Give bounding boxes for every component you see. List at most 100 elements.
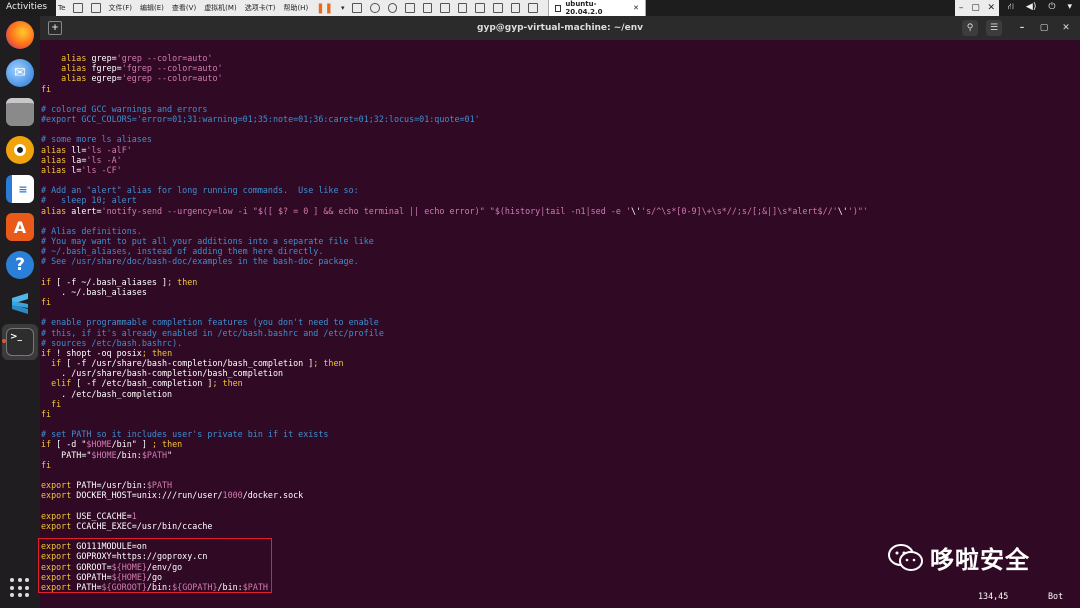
terminal-line: # sources /etc/bash.bashrc). (41, 338, 182, 348)
terminal-line: # this, if it's already enabled in /etc/… (41, 328, 384, 338)
terminal-token: alias (61, 63, 92, 74)
vm-toolbar: Te 文件(F) 编辑(E) 查看(V) 虚拟机(M) 选项卡(T) 帮助(H)… (54, 0, 647, 18)
terminal-token: ; then (313, 358, 344, 369)
software-icon[interactable]: A (6, 213, 34, 241)
search-icon[interactable]: ⚲ (962, 20, 978, 36)
title-bar[interactable]: + gyp@gyp-virtual-machine: ~/env ⚲ ☰ – ▢… (40, 16, 1080, 40)
terminal-token: 'grep --color=auto' (116, 53, 213, 63)
system-menu-icon[interactable]: ▾ (1067, 2, 1072, 13)
terminal-line: . ~/.bash_aliases (41, 287, 147, 297)
sidebar-icon[interactable] (422, 3, 433, 13)
activities-button[interactable]: Activities (6, 2, 47, 12)
dropdown-icon[interactable]: ▾ (337, 4, 349, 12)
help-icon[interactable]: ? (6, 251, 34, 279)
vm-tab-icon (554, 4, 562, 12)
terminal-token: " (167, 449, 173, 460)
terminal-line: # colored GCC warnings and errors (41, 104, 207, 114)
terminal-token: [ -f /usr/share/bash-completion/bash_com… (61, 358, 314, 369)
terminal-line: #export GCC_COLORS='error=01;31:warning=… (41, 114, 480, 124)
terminal-token: alias (61, 73, 92, 84)
terminal-token: ; then (212, 378, 243, 389)
volume-icon[interactable]: ◀) (1026, 2, 1036, 13)
manage-snapshots-icon[interactable] (405, 3, 415, 13)
terminal-line: if [ -f ~/.bash_aliases ]; then (41, 277, 197, 287)
unity-icon[interactable] (492, 3, 503, 13)
terminal-content[interactable]: alias grep='grep --color=auto' alias fgr… (40, 40, 1080, 608)
terminal-token: if (41, 358, 62, 369)
terminal-token: export (41, 520, 77, 531)
terminal-token: \' (630, 205, 642, 216)
vm-menu-help[interactable]: 帮助(H) (279, 3, 312, 13)
send-keys-icon[interactable] (352, 3, 363, 13)
terminal-token: . /usr/share/bash-completion/bash_comple… (41, 368, 284, 379)
terminal-token: [ -d " (51, 439, 87, 450)
maximize-icon[interactable]: ▢ (1036, 20, 1052, 36)
sublime-icon[interactable] (6, 289, 34, 317)
terminal-line: if [ -d "$HOME/bin" ] ; then (41, 439, 182, 449)
vm-maximize-icon[interactable]: ▢ (971, 3, 980, 13)
terminal-token: alias (41, 154, 72, 165)
vm-menu-vm[interactable]: 虚拟机(M) (200, 3, 241, 13)
terminal-token: 1 (131, 510, 137, 521)
power-icon[interactable]: ⏻ (1048, 2, 1055, 13)
terminal-line: export CCACHE_EXEC=/usr/bin/ccache (41, 521, 212, 531)
terminal-token: . ~/.bash_aliases (41, 286, 147, 297)
rhythmbox-icon[interactable] (6, 136, 34, 164)
terminal-token: #export GCC_COLORS='error=01;31:warning=… (41, 114, 480, 125)
terminal-line: # See /usr/share/doc/bash-doc/examples i… (41, 256, 359, 266)
window-icon[interactable] (90, 3, 101, 13)
show-applications-icon[interactable] (10, 578, 30, 598)
terminal-token: DOCKER_HOST (76, 490, 132, 501)
writer-icon[interactable]: ≡ (6, 175, 34, 203)
terminal-token: ; then (167, 276, 198, 287)
vm-minimize-icon[interactable]: – (959, 3, 964, 13)
files-icon[interactable] (6, 98, 34, 126)
terminal-token: 'fgrep --color=auto' (121, 63, 223, 74)
vm-menu-edit[interactable]: 编辑(E) (136, 3, 168, 13)
vm-window-controls: – ▢ ✕ (955, 0, 999, 16)
terminal-line: alias alert='notify-send --urgency=low -… (41, 206, 868, 216)
terminal-token: alias (61, 53, 92, 63)
terminal-icon[interactable]: >_ (6, 328, 34, 356)
terminal-token: [ -f /etc/bash_completion ] (71, 378, 213, 389)
wechat-icon (888, 543, 924, 573)
terminal-token: ll (71, 144, 82, 155)
terminal-line: . /etc/bash_completion (41, 389, 172, 399)
vm-menu-view[interactable]: 查看(V) (168, 3, 200, 13)
close-icon[interactable]: ✕ (1058, 20, 1074, 36)
terminal-line: alias l='ls -CF' (41, 165, 122, 175)
terminal-token: alert (71, 205, 97, 216)
vm-close-icon[interactable]: ✕ (988, 3, 996, 13)
firefox-icon[interactable] (6, 21, 34, 49)
terminal-token: # Alias definitions. (41, 225, 142, 236)
thunderbird-icon[interactable]: ✉ (6, 59, 34, 87)
terminal-token: 'egrep --color=auto' (121, 73, 223, 84)
stretch-icon[interactable] (528, 3, 538, 13)
terminal-token: fi (41, 408, 52, 419)
terminal-token: fi (41, 398, 62, 409)
terminal-token: # Add an "alert" alias for long running … (41, 185, 359, 196)
watermark: 哆啦安全 (888, 540, 1030, 575)
terminal-line: fi (41, 399, 61, 409)
console-icon[interactable] (510, 3, 521, 13)
network-icon[interactable]: ⛙ (1008, 2, 1014, 13)
terminal-line: if [ -f /usr/share/bash-completion/bash_… (41, 358, 344, 369)
close-tab-icon[interactable]: ✕ (633, 4, 639, 12)
snapshot-icon[interactable] (370, 3, 380, 13)
thumbnail-icon[interactable] (440, 3, 450, 13)
pin-icon[interactable] (73, 3, 83, 13)
terminal-line: # enable programmable completion feature… (41, 317, 379, 327)
vm-menu-tabs[interactable]: 选项卡(T) (241, 3, 280, 13)
hamburger-menu-icon[interactable]: ☰ (986, 20, 1002, 36)
fit-icon[interactable] (457, 3, 468, 13)
pause-icon[interactable]: ❚❚ (316, 3, 333, 14)
terminal-token: # set PATH so it includes user's private… (41, 429, 329, 440)
vm-menu-file[interactable]: 文件(F) (105, 3, 137, 13)
window-title: gyp@gyp-virtual-machine: ~/env (477, 23, 643, 33)
tab-partial[interactable]: Te (54, 4, 69, 12)
terminal-token: =/usr/bin: (96, 480, 147, 491)
terminal-line: # set PATH so it includes user's private… (41, 429, 328, 439)
revert-icon[interactable] (387, 3, 398, 13)
minimize-icon[interactable]: – (1014, 20, 1030, 36)
fullscreen-icon[interactable] (475, 3, 485, 13)
